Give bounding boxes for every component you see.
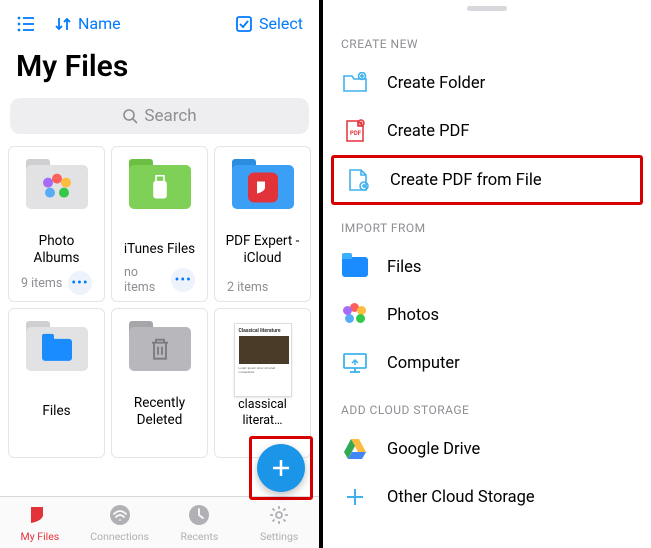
row-photos[interactable]: Photos <box>323 291 651 339</box>
folder-icon <box>26 165 88 213</box>
row-create-folder[interactable]: Create Folder <box>323 59 651 107</box>
row-files[interactable]: Files <box>323 243 651 291</box>
row-label: Create PDF <box>387 122 470 141</box>
folder-plus-icon <box>341 71 369 95</box>
sort-label: Name <box>78 14 121 33</box>
sort-icon <box>54 15 72 33</box>
row-label: Other Cloud Storage <box>387 488 535 507</box>
tile-label: iTunes Files <box>124 233 195 265</box>
more-button[interactable]: ••• <box>171 268 195 292</box>
tile-label: classical literat… <box>221 397 304 429</box>
pdfexpert-icon <box>248 173 278 203</box>
tile-meta: 2 items <box>227 280 268 295</box>
tile-photo-albums[interactable]: Photo Albums 9 items ••• <box>8 146 105 302</box>
file-plus-icon <box>344 168 372 192</box>
gdrive-icon <box>341 437 369 461</box>
plus-icon <box>341 485 369 509</box>
tab-settings[interactable]: Settings <box>239 497 319 548</box>
view-toggle[interactable] <box>16 15 36 33</box>
svg-text:PDF: PDF <box>350 130 362 137</box>
tab-connections[interactable]: Connections <box>80 497 160 548</box>
usb-icon <box>152 175 168 201</box>
fab-highlight <box>249 436 313 500</box>
select-label: Select <box>259 14 303 33</box>
row-label: Google Drive <box>387 440 480 459</box>
tile-label: Recently Deleted <box>118 395 201 429</box>
pdf-plus-icon: PDF <box>341 119 369 143</box>
tile-label: Files <box>42 395 70 427</box>
tile-itunes[interactable]: iTunes Files no items••• <box>111 146 208 302</box>
row-other-cloud[interactable]: Other Cloud Storage <box>323 473 651 521</box>
tab-myfiles[interactable]: My Files <box>0 497 80 548</box>
select-button[interactable]: Select <box>235 14 303 33</box>
row-label: Create Folder <box>387 74 485 93</box>
tab-label: Recents <box>180 530 218 543</box>
search-icon <box>122 108 138 124</box>
tile-pdfexpert[interactable]: PDF Expert - iCloud 2 items <box>214 146 311 302</box>
wifi-icon <box>108 503 132 527</box>
gear-icon <box>267 503 291 527</box>
computer-icon <box>341 351 369 375</box>
highlight-frame: Create PDF from File <box>331 155 643 205</box>
tile-label: Photo Albums <box>15 233 98 267</box>
row-create-pdf[interactable]: PDF Create PDF <box>323 107 651 155</box>
document-thumbnail: Classical literatureLorem ipsum dolor si… <box>234 323 292 397</box>
files-folder-icon <box>341 255 369 279</box>
more-button[interactable]: ••• <box>68 271 92 295</box>
row-google-drive[interactable]: Google Drive <box>323 425 651 473</box>
row-computer[interactable]: Computer <box>323 339 651 387</box>
row-label: Computer <box>387 354 460 373</box>
section-import-from: IMPORT FROM <box>323 205 651 243</box>
left-panel: Name Select My Files Search Photo Albums… <box>0 0 323 548</box>
tile-files[interactable]: Files <box>8 308 105 458</box>
tab-label: Settings <box>260 530 298 543</box>
sort-button[interactable]: Name <box>54 14 121 33</box>
search-placeholder: Search <box>144 106 196 126</box>
tile-meta: 9 items <box>21 276 62 291</box>
trash-icon <box>148 337 172 363</box>
folder-icon <box>129 327 191 375</box>
plus-icon <box>268 455 294 481</box>
folder-icon <box>232 165 294 213</box>
folder-icon <box>129 165 191 213</box>
tab-recents[interactable]: Recents <box>160 497 240 548</box>
tile-label: PDF Expert - iCloud <box>221 233 304 267</box>
add-button[interactable] <box>257 444 305 492</box>
tab-label: Connections <box>90 530 149 543</box>
section-cloud-storage: ADD CLOUD STORAGE <box>323 387 651 425</box>
row-label: Photos <box>387 306 439 325</box>
checkbox-icon <box>235 15 253 33</box>
right-panel: CREATE NEW Create Folder PDF Create PDF … <box>323 0 651 548</box>
tile-recently-deleted[interactable]: Recently Deleted <box>111 308 208 458</box>
row-label: Create PDF from File <box>390 171 542 190</box>
photos-icon <box>341 303 369 327</box>
tab-label: My Files <box>21 530 60 543</box>
page-title: My Files <box>0 43 319 98</box>
section-create-new: CREATE NEW <box>323 21 651 59</box>
search-input[interactable]: Search <box>10 98 309 134</box>
pdfexpert-tab-icon <box>28 503 52 527</box>
row-label: Files <box>387 258 421 277</box>
folder-icon <box>26 327 88 375</box>
tile-meta: no items <box>124 265 171 295</box>
list-icon <box>16 15 36 33</box>
clock-icon <box>187 503 211 527</box>
sheet-handle[interactable] <box>467 6 507 11</box>
row-create-pdf-from-file[interactable]: Create PDF from File <box>334 158 640 202</box>
